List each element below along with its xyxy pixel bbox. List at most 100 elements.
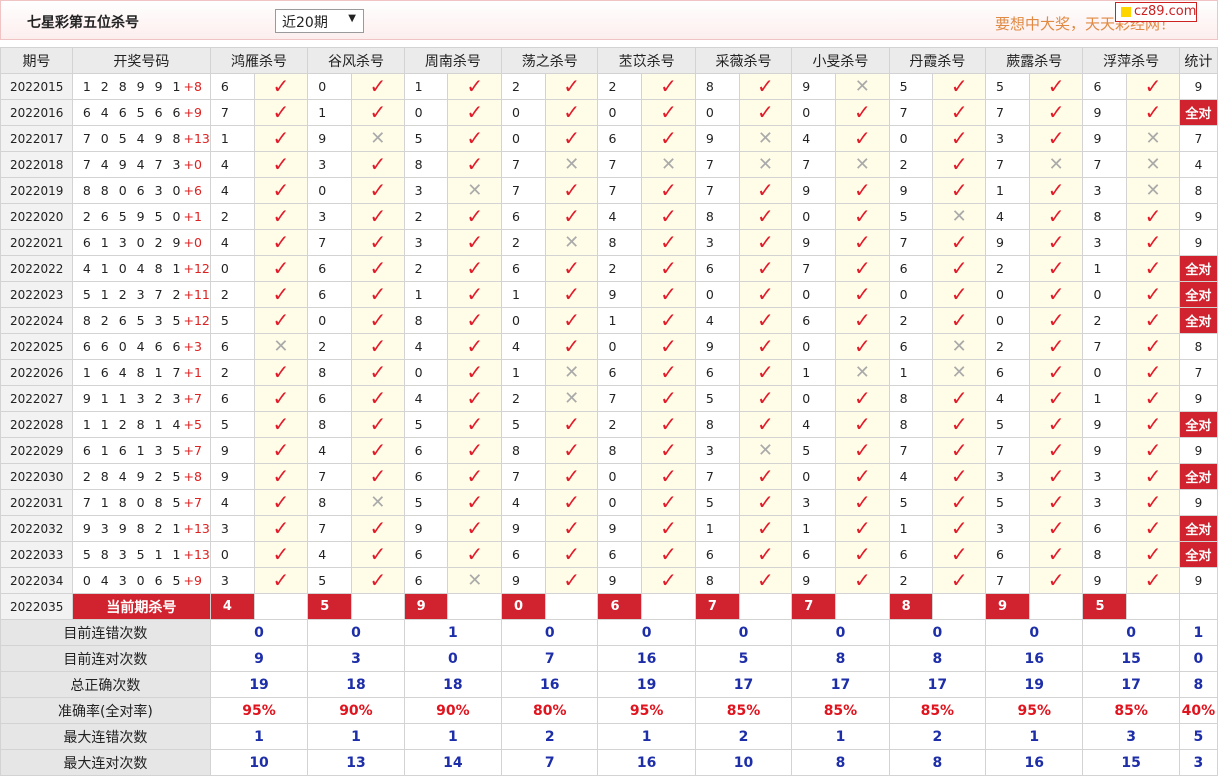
cross-mark-icon: ✕ xyxy=(1145,153,1161,175)
kill-number-cell: 7 xyxy=(888,229,934,256)
check-mark-icon: ✓ xyxy=(660,282,677,306)
check-mark-icon: ✓ xyxy=(660,360,677,384)
summary-row: 目前连对次数 9 3 0 7 16 5 8 8 16 15 0 xyxy=(0,645,1218,672)
summary-value: 0 xyxy=(1082,619,1180,646)
kill-number-cell: 8 xyxy=(501,437,546,464)
table-row: 2022026 1 6 4 8 1 7+1 2 ✓ 8 ✓ 0 ✓ 1 ✕ 6 ✓ 6 ✓ 1 ✕ 1 ✕ 6 ✓ 0 ✓… xyxy=(0,359,1218,386)
kill-number-cell: 7 xyxy=(888,99,934,126)
result-cell: ✓ xyxy=(1126,489,1180,516)
stat-cell: 8 xyxy=(1178,333,1218,360)
result-cell: ✓ xyxy=(447,203,503,230)
kill-number-cell: 6 xyxy=(209,73,255,100)
result-cell: ✓ xyxy=(835,333,890,360)
result-cell: ✓ xyxy=(835,307,890,334)
result-cell: ✓ xyxy=(253,463,309,490)
kill-number-cell: 9 xyxy=(501,515,546,542)
summary-label: 总正确次数 xyxy=(0,671,211,698)
check-mark-icon: ✓ xyxy=(757,178,774,202)
check-mark-icon: ✓ xyxy=(1047,386,1065,410)
kill-number-cell: 0 xyxy=(985,281,1030,308)
check-mark-icon: ✓ xyxy=(853,230,871,254)
result-cell: ✓ xyxy=(544,99,599,126)
kill-number-cell: 7 xyxy=(791,151,837,178)
check-mark-icon: ✓ xyxy=(1144,308,1162,332)
kill-number-cell: 7 xyxy=(694,463,740,490)
col-expert[interactable]: 小旻杀号 xyxy=(791,47,890,74)
draw-sum: +12 xyxy=(183,261,210,276)
check-mark-icon: ✓ xyxy=(1144,334,1162,358)
draw-digits: 7 1 8 0 8 5 xyxy=(82,495,184,510)
table-row: 2022015 1 2 8 9 9 1+8 6 ✓ 0 ✓ 1 ✓ 2 ✓ 2 ✓ 8 ✓ 9 ✕ 5 ✓ 5 ✓ 6 ✓… xyxy=(0,73,1218,100)
summary-value: 0 xyxy=(791,619,890,646)
site-logo[interactable]: cz89.com xyxy=(1115,2,1197,22)
draw-sum: +8 xyxy=(183,79,202,94)
kill-number-cell: 9 xyxy=(1082,437,1128,464)
check-mark-icon: ✓ xyxy=(369,230,387,254)
cross-mark-icon: ✕ xyxy=(854,75,870,97)
kill-number-cell: 1 xyxy=(985,177,1030,204)
kill-number-cell: 7 xyxy=(985,437,1030,464)
kill-number-cell: 1 xyxy=(597,307,643,334)
summary-value: 10 xyxy=(694,749,793,776)
current-kill-spacer xyxy=(1126,593,1180,620)
kill-number-cell: 9 xyxy=(1082,125,1128,152)
current-kill-spacer xyxy=(351,593,405,620)
result-cell: ✓ xyxy=(932,437,987,464)
col-expert[interactable]: 浮萍杀号 xyxy=(1082,47,1180,74)
kill-number-cell: 3 xyxy=(1082,463,1128,490)
result-cell: ✓ xyxy=(835,229,890,256)
table-row: 2022020 2 6 5 9 5 0+1 2 ✓ 3 ✓ 2 ✓ 6 ✓ 4 ✓ 8 ✓ 0 ✓ 5 ✕ 4 ✓ 8 ✓… xyxy=(0,203,1218,230)
kill-number-cell: 4 xyxy=(791,411,837,438)
check-mark-icon: ✓ xyxy=(853,412,871,436)
result-cell: ✓ xyxy=(351,307,405,334)
cross-mark-icon: ✕ xyxy=(951,361,967,383)
draw-number-cell: 6 1 3 0 2 9+0 xyxy=(71,229,211,256)
summary-value: 15 xyxy=(1082,645,1180,672)
kill-number-cell: 4 xyxy=(985,385,1030,412)
result-cell: ✓ xyxy=(253,489,309,516)
kill-number-cell: 2 xyxy=(501,385,546,412)
col-expert[interactable]: 丹霞杀号 xyxy=(888,47,987,74)
check-mark-icon: ✓ xyxy=(1144,204,1162,228)
summary-row: 准确率(全对率) 95% 90% 90% 80% 95% 85% 85% 85% 95% 85% 40… xyxy=(0,697,1218,724)
stat-cell: 7 xyxy=(1178,125,1218,152)
col-expert[interactable]: 采薇杀号 xyxy=(694,47,793,74)
kill-number-cell: 7 xyxy=(1082,151,1128,178)
chevron-down-icon: ▼ xyxy=(348,13,356,24)
period-cell: 2022024 xyxy=(0,307,73,334)
summary-value: 85% xyxy=(694,697,793,724)
result-cell: ✕ xyxy=(1126,151,1180,178)
kill-number-cell: 0 xyxy=(985,307,1030,334)
check-mark-icon: ✓ xyxy=(660,386,677,410)
col-expert[interactable]: 鸿雁杀号 xyxy=(209,47,309,74)
draw-number-cell: 0 4 3 0 6 5+9 xyxy=(71,567,211,594)
kill-number-cell: 2 xyxy=(888,151,934,178)
summary-value: 8 xyxy=(888,645,987,672)
current-kill-number: 8 xyxy=(888,593,934,620)
summary-value: 0 xyxy=(597,619,696,646)
current-kill-spacer xyxy=(253,593,309,620)
table-row: 2022029 6 1 6 1 3 5+7 9 ✓ 4 ✓ 6 ✓ 8 ✓ 8 ✓ 3 ✕ 5 ✓ 7 ✓ 7 ✓ 9 ✓… xyxy=(0,437,1218,464)
col-expert[interactable]: 谷风杀号 xyxy=(307,47,405,74)
period-cell: 2022028 xyxy=(0,411,73,438)
result-cell: ✓ xyxy=(932,73,987,100)
col-expert[interactable]: 苤苡杀号 xyxy=(597,47,696,74)
kill-number-cell: 6 xyxy=(403,567,449,594)
kill-number-cell: 0 xyxy=(791,281,837,308)
result-cell: ✓ xyxy=(447,281,503,308)
draw-number-cell: 7 0 5 4 9 8+13 xyxy=(71,125,211,152)
result-cell: ✓ xyxy=(1126,359,1180,386)
check-mark-icon: ✓ xyxy=(757,490,774,514)
summary-value: 16 xyxy=(985,645,1084,672)
kill-number-cell: 6 xyxy=(501,541,546,568)
kill-number-cell: 9 xyxy=(597,567,643,594)
kill-number-cell: 4 xyxy=(985,203,1030,230)
draw-number-cell: 7 4 9 4 7 3+0 xyxy=(71,151,211,178)
check-mark-icon: ✓ xyxy=(1047,568,1065,592)
period-range-select[interactable]: 近20期 ▼ xyxy=(275,9,364,33)
col-expert[interactable]: 蕨露杀号 xyxy=(985,47,1084,74)
check-mark-icon: ✓ xyxy=(369,568,387,592)
col-expert[interactable]: 周南杀号 xyxy=(403,47,503,74)
kill-number-cell: 9 xyxy=(209,463,255,490)
col-expert[interactable]: 荡之杀号 xyxy=(501,47,599,74)
